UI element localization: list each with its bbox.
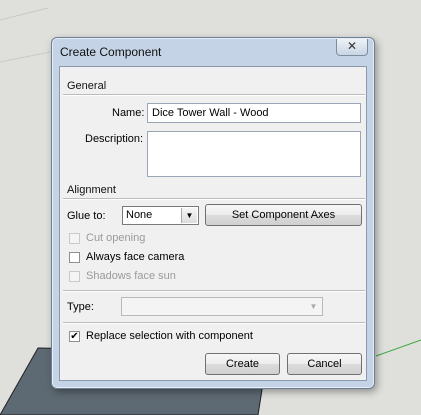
dialog-body: General Name: Dice Tower Wall - Wood Des… (59, 66, 367, 381)
cancel-button[interactable]: Cancel (287, 353, 362, 375)
edge-line (0, 7, 49, 21)
general-section-label: General (67, 80, 107, 92)
description-label: Description: (85, 133, 144, 145)
always-face-camera-label[interactable]: Always face camera (86, 251, 184, 263)
alignment-section-label: Alignment (67, 184, 116, 196)
title-bar[interactable]: Create Component ✕ (52, 38, 374, 64)
cut-opening-checkbox (69, 233, 80, 244)
set-component-axes-button[interactable]: Set Component Axes (205, 204, 362, 226)
glue-to-dropdown[interactable]: None ▼ (122, 206, 199, 225)
type-label: Type: (67, 301, 94, 313)
name-label: Name: (112, 107, 145, 119)
section-divider (63, 198, 365, 200)
edge-line (0, 51, 51, 63)
description-field[interactable] (147, 131, 361, 177)
always-face-camera-checkbox[interactable] (69, 252, 80, 263)
section-divider (63, 94, 365, 96)
close-button[interactable]: ✕ (336, 39, 368, 56)
replace-selection-label[interactable]: Replace selection with component (86, 330, 253, 342)
glue-to-value: None (126, 209, 153, 221)
cut-opening-label: Cut opening (86, 232, 146, 244)
section-divider (63, 290, 365, 292)
shadows-face-sun-label: Shadows face sun (86, 270, 176, 282)
chevron-down-icon: ▼ (181, 208, 197, 223)
create-button[interactable]: Create (205, 353, 280, 375)
shadows-face-sun-checkbox (69, 271, 80, 282)
replace-selection-checkbox[interactable]: ✔ (69, 331, 80, 342)
dialog-title: Create Component (60, 45, 162, 59)
section-divider (63, 322, 365, 324)
type-dropdown: ▼ (121, 297, 323, 316)
close-icon: ✕ (346, 39, 358, 53)
create-component-dialog: Create Component ✕ General Name: Dice To… (51, 37, 375, 389)
name-field[interactable]: Dice Tower Wall - Wood (147, 103, 361, 123)
glue-to-label: Glue to: (67, 210, 106, 222)
green-axis-line (375, 339, 421, 357)
chevron-down-icon: ▼ (306, 299, 321, 314)
